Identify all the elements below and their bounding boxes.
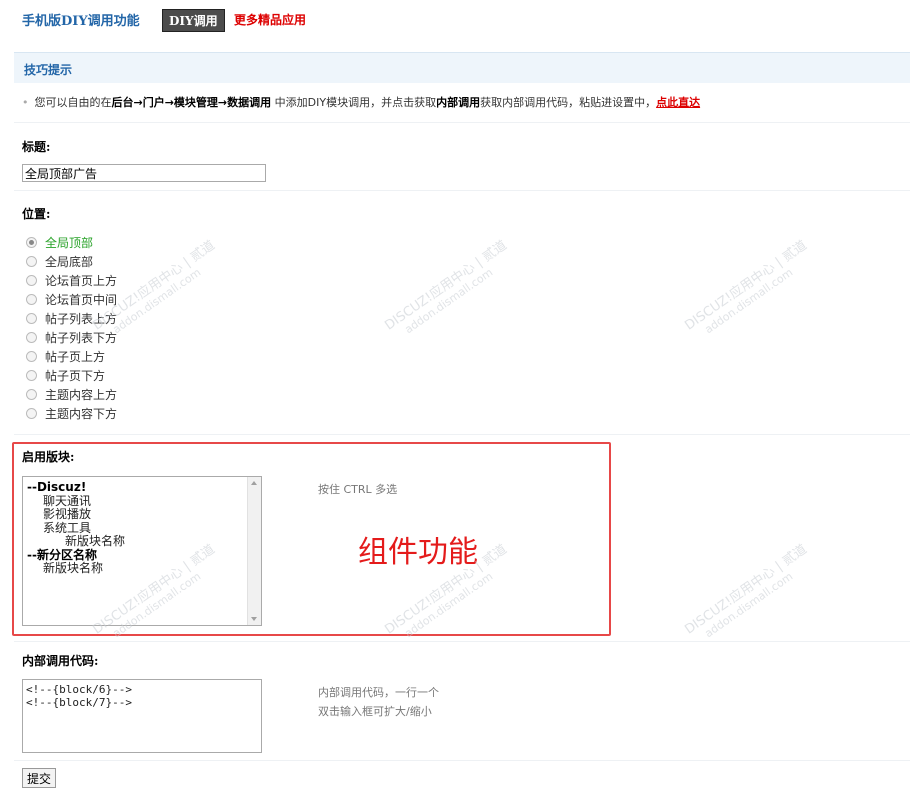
radio-label: 帖子页上方	[45, 350, 106, 364]
radio-label: 全局底部	[45, 255, 94, 269]
divider	[14, 434, 910, 435]
watermark-line: DISCUZ!应用中心 | 贰道	[382, 237, 510, 334]
title-input[interactable]	[22, 164, 266, 182]
radio-icon	[26, 351, 37, 362]
radio-icon	[26, 389, 37, 400]
tips-text-1: 您可以自由的在	[34, 96, 112, 109]
radio-position-7[interactable]: 帖子页下方	[26, 366, 117, 385]
radio-icon	[26, 294, 37, 305]
radio-label: 论坛首页上方	[45, 274, 118, 288]
radio-icon	[26, 256, 37, 267]
tab-diy[interactable]: DIY调用	[162, 9, 225, 32]
watermark: DISCUZ!应用中心 | 贰道 addon.dismall.com	[380, 235, 517, 345]
block-option[interactable]: 系统工具	[27, 521, 247, 536]
tips-header: 技巧提示	[14, 52, 910, 83]
watermark: DISCUZ!应用中心 | 贰道 addon.dismall.com	[680, 539, 817, 649]
tab-more-apps[interactable]: 更多精品应用	[234, 11, 306, 28]
code-hint-2: 双击输入框可扩大/缩小	[318, 705, 432, 718]
watermark-line: DISCUZ!应用中心 | 贰道	[682, 541, 810, 638]
radio-icon	[26, 275, 37, 286]
blocks-hint: 按住 CTRL 多选	[318, 483, 398, 496]
watermark: DISCUZ!应用中心 | 贰道 addon.dismall.com	[680, 235, 817, 345]
radio-position-6[interactable]: 帖子页上方	[26, 347, 117, 366]
submit-button[interactable]: 提交	[22, 768, 57, 788]
tips-text-3: 获取内部调用代码，粘贴进设置中，	[480, 96, 657, 109]
block-option[interactable]: 聊天通讯	[27, 494, 247, 509]
radio-label: 全局顶部	[45, 236, 94, 250]
tips-direct-link[interactable]: 点此直达	[656, 96, 700, 109]
scroll-up-icon[interactable]	[251, 481, 257, 485]
scrollbar[interactable]	[247, 477, 261, 625]
blocks-label: 启用版块:	[22, 450, 75, 464]
tips-inner-call: 内部调用	[436, 96, 481, 109]
top-bar: 手机版DIY调用功能 DIY调用 更多精品应用	[0, 0, 910, 40]
radio-position-1[interactable]: 全局底部	[26, 252, 117, 271]
radio-position-0[interactable]: 全局顶部	[26, 233, 117, 252]
title-label: 标题:	[22, 140, 51, 154]
divider	[14, 190, 910, 191]
radio-icon	[26, 332, 37, 343]
radio-icon	[26, 313, 37, 324]
radio-position-9[interactable]: 主题内容下方	[26, 404, 117, 423]
block-option[interactable]: 影视播放	[27, 507, 247, 522]
divider	[14, 122, 910, 123]
radio-selected-icon	[26, 237, 37, 248]
radio-icon	[26, 408, 37, 419]
tips-text: • 您可以自由的在后台→门户→模块管理→数据调用 中添加DIY模块调用，并点击获取…	[22, 94, 700, 110]
radio-icon	[26, 370, 37, 381]
divider	[14, 760, 910, 761]
scroll-down-icon[interactable]	[251, 617, 257, 621]
watermark-line: DISCUZ!应用中心 | 贰道	[682, 237, 810, 334]
divider	[14, 641, 910, 642]
radio-label: 主题内容下方	[45, 407, 118, 421]
radio-label: 主题内容上方	[45, 388, 118, 402]
radio-position-2[interactable]: 论坛首页上方	[26, 271, 117, 290]
code-textarea[interactable]: <!--{block/6}--> <!--{block/7}-->	[22, 679, 262, 753]
block-group-option[interactable]: --Discuz!	[27, 480, 247, 495]
block-option[interactable]: 新版块名称	[27, 534, 247, 549]
code-hint-1: 内部调用代码，一行一个	[318, 686, 439, 699]
radio-position-8[interactable]: 主题内容上方	[26, 385, 117, 404]
tips-text-2: 中添加DIY模块调用，并点击获取	[274, 96, 437, 109]
position-label: 位置:	[22, 207, 51, 221]
tips-path: 后台→门户→模块管理→数据调用	[111, 96, 272, 109]
bullet-icon: •	[22, 96, 29, 109]
radio-label: 帖子页下方	[45, 369, 106, 383]
app-title: 手机版DIY调用功能	[22, 14, 140, 29]
tips-title: 技巧提示	[24, 63, 73, 77]
code-label: 内部调用代码:	[22, 654, 99, 668]
